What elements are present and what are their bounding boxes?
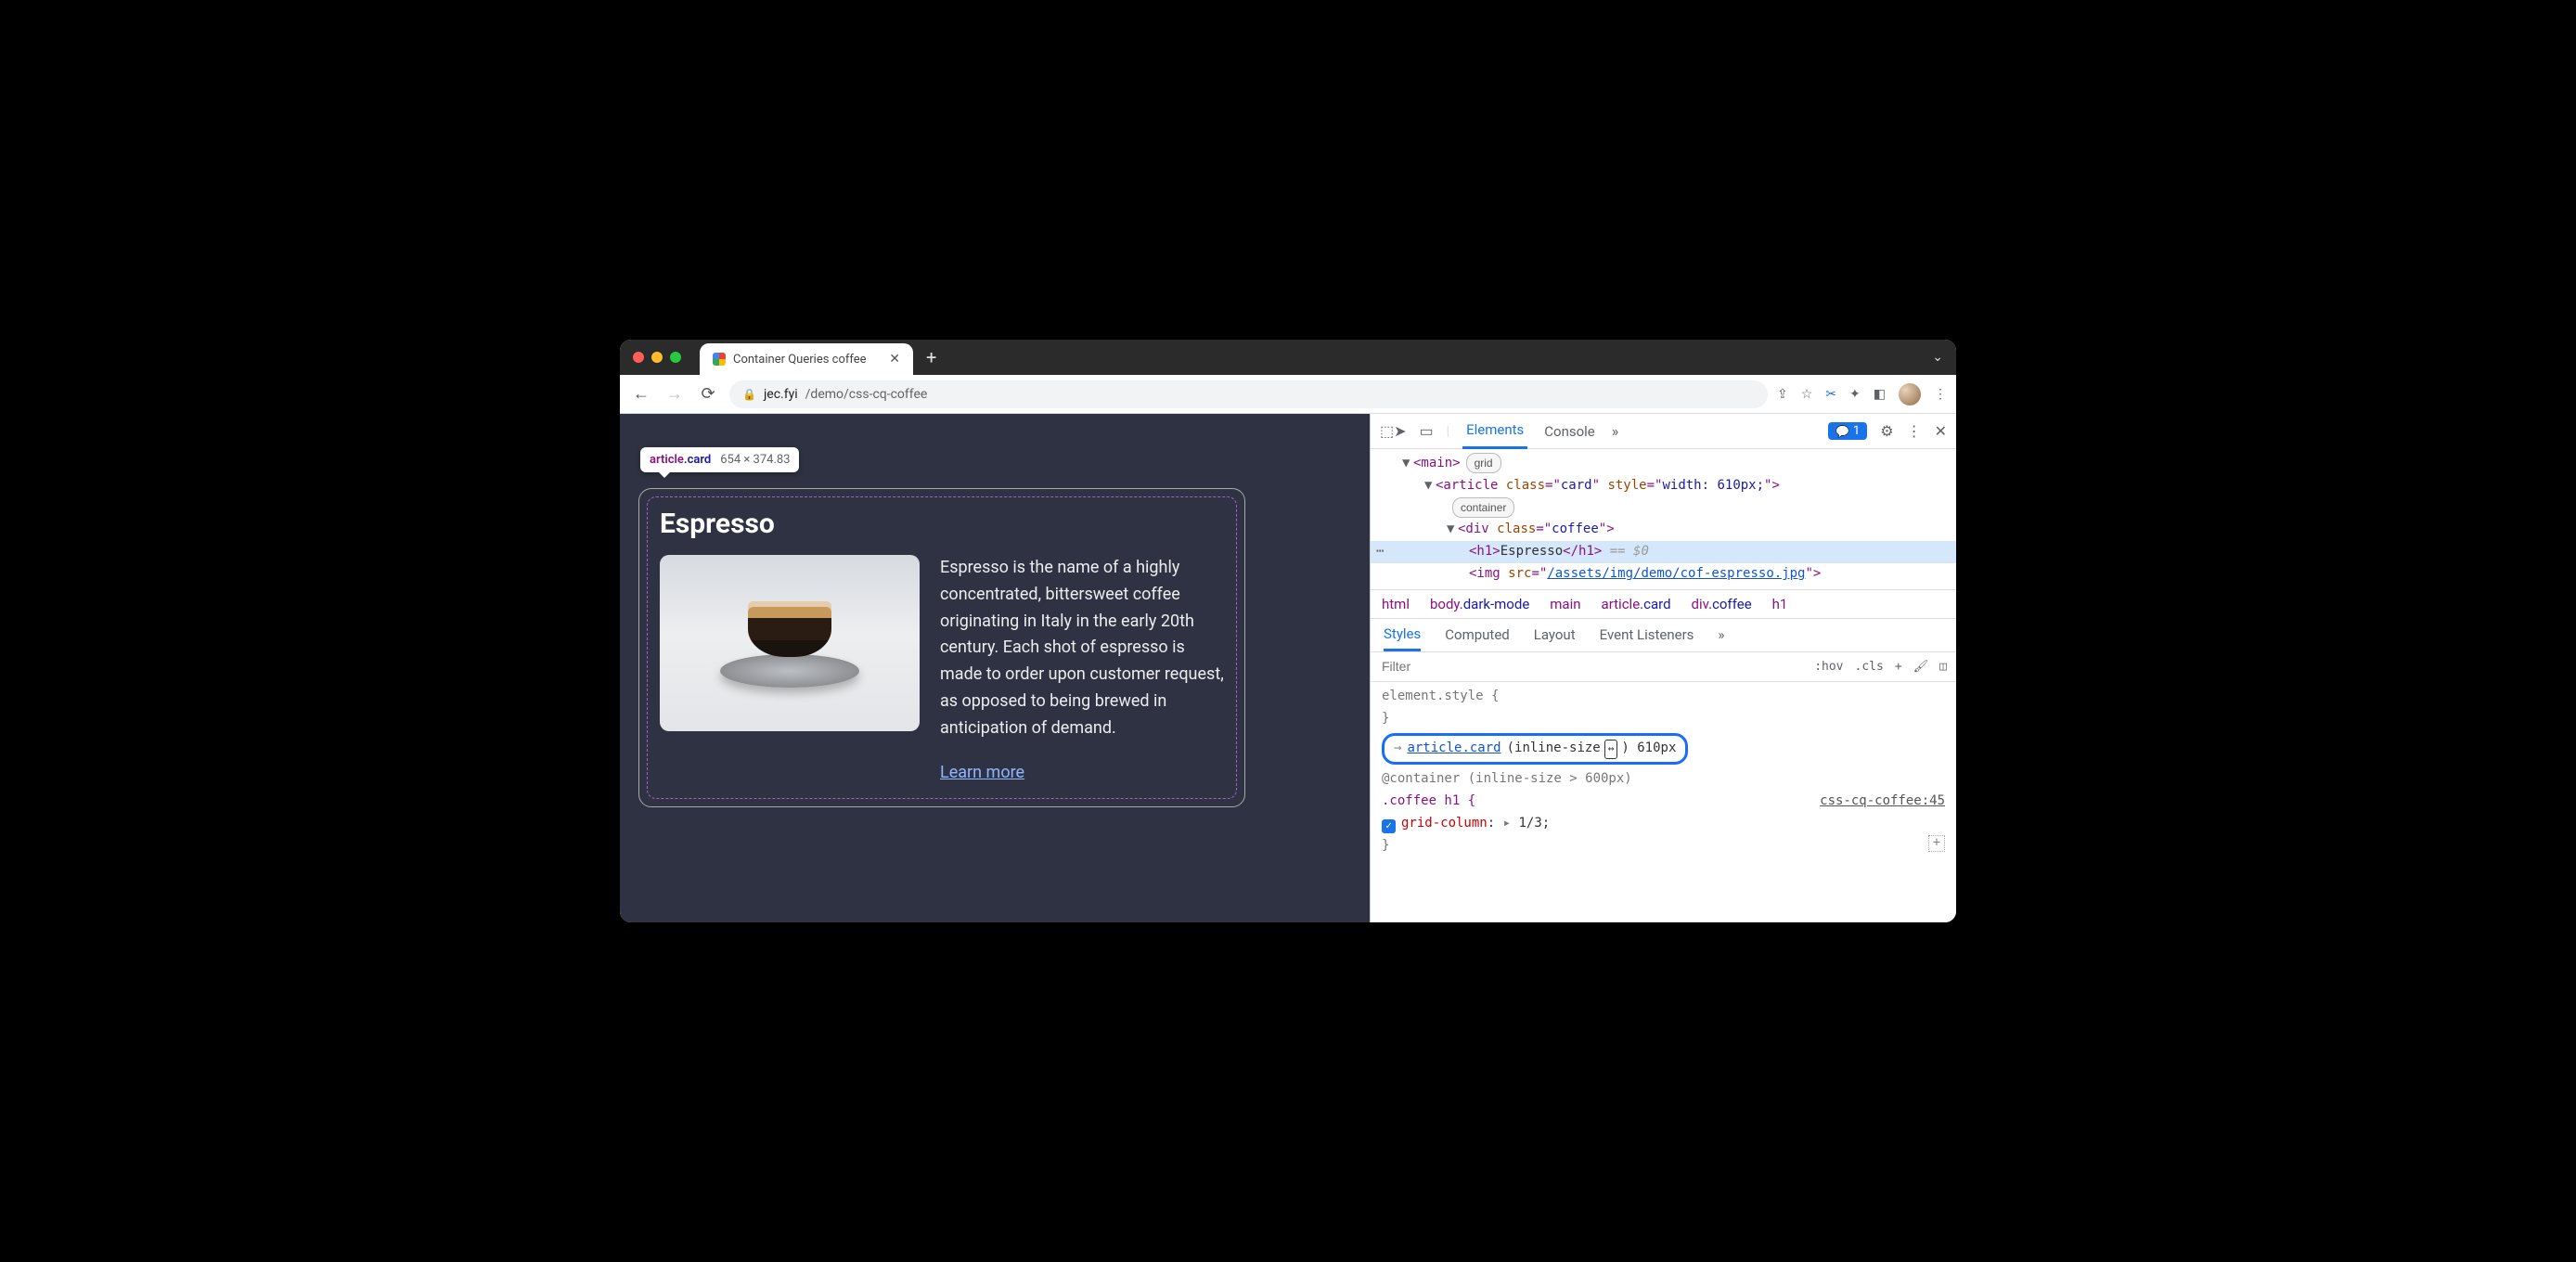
dom-node-div[interactable]: ▼<div class="coffee"> xyxy=(1371,519,1956,541)
gear-icon[interactable]: ⚙ xyxy=(1880,422,1893,440)
container-query-info[interactable]: → article.card (inline-size ↔ ) 610px xyxy=(1382,733,1688,765)
devtools-panel: ⬚➤ ▭ | Elements Console » 1 ⚙ ⋮ ✕ ▼<main… xyxy=(1370,414,1956,922)
maximize-window-button[interactable] xyxy=(670,352,681,363)
dom-node-img[interactable]: <img src="/assets/img/demo/cof-espresso.… xyxy=(1371,563,1956,586)
rule-close: + } xyxy=(1382,835,1945,857)
close-devtools-icon[interactable]: ✕ xyxy=(1935,422,1947,440)
extensions-icon[interactable]: ✦ xyxy=(1849,387,1861,402)
container-selector-link[interactable]: article.card xyxy=(1407,738,1501,760)
menu-icon[interactable]: ⋮ xyxy=(1934,387,1947,402)
address-bar[interactable]: 🔒 jec.fyi/demo/css-cq-coffee xyxy=(729,380,1768,408)
card-title: Espresso xyxy=(660,508,1224,540)
issues-badge[interactable]: 1 xyxy=(1828,422,1867,440)
forward-button[interactable]: → xyxy=(663,384,687,404)
reload-button[interactable]: ⟳ xyxy=(696,384,720,404)
article-card: Espresso Espresso is the name of a highl… xyxy=(638,488,1245,807)
dom-node-main[interactable]: ▼<main>grid xyxy=(1371,453,1956,475)
crumb-body[interactable]: body.dark-mode xyxy=(1430,596,1529,612)
new-tab-button[interactable]: + xyxy=(913,346,949,368)
styles-rules[interactable]: element.style { } → article.card (inline… xyxy=(1371,682,1956,867)
dom-node-h1-selected[interactable]: <h1>Espresso</h1> == $0 xyxy=(1371,541,1956,563)
url-path: /demo/css-cq-coffee xyxy=(805,387,928,402)
hov-toggle[interactable]: :hov xyxy=(1814,660,1843,674)
dom-breadcrumb[interactable]: html body.dark-mode main article.card di… xyxy=(1371,589,1956,619)
tooltip-dimensions: 654 × 374.83 xyxy=(720,453,790,467)
scissors-icon[interactable]: ✂ xyxy=(1825,387,1836,402)
card-body: Espresso is the name of a highly concent… xyxy=(660,555,1224,782)
device-toggle-icon[interactable]: ▭ xyxy=(1420,422,1434,440)
toolbar: ← → ⟳ 🔒 jec.fyi/demo/css-cq-coffee ⇪ ☆ ✂… xyxy=(620,375,1956,414)
bookmark-icon[interactable]: ☆ xyxy=(1801,387,1813,402)
declaration-grid-column[interactable]: ✓grid-column: ▸ 1/3; xyxy=(1382,813,1945,835)
grid-badge[interactable]: grid xyxy=(1466,453,1501,473)
learn-more-link[interactable]: Learn more xyxy=(940,763,1024,782)
paint-icon[interactable]: 🖌 xyxy=(1913,660,1929,674)
computed-toggle-icon[interactable]: ◫ xyxy=(1939,660,1947,674)
add-declaration-button[interactable]: + xyxy=(1928,835,1945,852)
at-container-rule: @container (inline-size > 600px) xyxy=(1382,768,1945,791)
subtab-more-icon[interactable]: » xyxy=(1718,626,1724,643)
kebab-icon[interactable]: ⋮ xyxy=(1907,422,1922,440)
element-style-close: } xyxy=(1382,708,1945,730)
rule-coffee-h1: css-cq-coffee:45 .coffee h1 { xyxy=(1382,791,1945,813)
styles-tabbar: Styles Computed Layout Event Listeners » xyxy=(1371,619,1956,652)
back-button[interactable]: ← xyxy=(629,384,653,404)
container-badge[interactable]: container xyxy=(1452,497,1514,518)
tabs-more-icon[interactable]: » xyxy=(1612,422,1619,440)
tab-console[interactable]: Console xyxy=(1540,414,1599,449)
tab-strip: Container Queries coffee ✕ + ⌄ xyxy=(620,340,1956,375)
devtools-toolbar: ⬚➤ ▭ | Elements Console » 1 ⚙ ⋮ ✕ xyxy=(1371,414,1956,449)
browser-tab[interactable]: Container Queries coffee ✕ xyxy=(700,343,913,375)
sidepanel-icon[interactable]: ◧ xyxy=(1874,387,1886,402)
tooltip-class: .card xyxy=(684,453,711,467)
share-icon[interactable]: ⇪ xyxy=(1777,387,1788,402)
resize-icon[interactable]: ↔ xyxy=(1604,740,1618,759)
container-badge-row: container xyxy=(1371,497,1956,520)
styles-filter-row: :hov .cls + 🖌 ◫ xyxy=(1371,652,1956,682)
card-text-block: Espresso is the name of a highly concent… xyxy=(940,555,1224,782)
toolbar-actions: ⇪ ☆ ✂ ✦ ◧ ⋮ xyxy=(1777,383,1947,406)
styles-filter-input[interactable] xyxy=(1371,652,1805,681)
source-link[interactable]: css-cq-coffee:45 xyxy=(1820,791,1945,813)
cls-toggle[interactable]: .cls xyxy=(1855,660,1884,674)
property-checkbox[interactable]: ✓ xyxy=(1382,819,1396,833)
profile-avatar[interactable] xyxy=(1899,383,1921,406)
page-viewport: article.card 654 × 374.83 Espresso Espre… xyxy=(620,414,1370,922)
minimize-window-button[interactable] xyxy=(651,352,663,363)
element-style-open: element.style { xyxy=(1382,686,1945,708)
crumb-html[interactable]: html xyxy=(1382,596,1410,612)
close-window-button[interactable] xyxy=(633,352,644,363)
inspect-tooltip: article.card 654 × 374.83 xyxy=(640,447,799,472)
tab-title: Container Queries coffee xyxy=(733,353,882,367)
inspect-icon[interactable]: ⬚➤ xyxy=(1380,422,1407,440)
tab-elements[interactable]: Elements xyxy=(1462,414,1527,449)
content-area: article.card 654 × 374.83 Espresso Espre… xyxy=(620,414,1956,922)
subtab-computed[interactable]: Computed xyxy=(1445,626,1510,643)
coffee-image xyxy=(660,555,920,731)
subtab-layout[interactable]: Layout xyxy=(1534,626,1576,643)
close-tab-icon[interactable]: ✕ xyxy=(889,352,900,367)
subtab-event-listeners[interactable]: Event Listeners xyxy=(1600,626,1694,643)
crumb-div[interactable]: div.coffee xyxy=(1692,596,1752,612)
card-description: Espresso is the name of a highly concent… xyxy=(940,555,1224,742)
tooltip-tag: article xyxy=(650,453,684,467)
lock-icon: 🔒 xyxy=(742,388,756,401)
favicon xyxy=(713,353,726,366)
dom-node-article[interactable]: ▼<article class="card" style="width: 610… xyxy=(1371,475,1956,497)
subtab-styles[interactable]: Styles xyxy=(1384,618,1421,651)
new-rule-button[interactable]: + xyxy=(1895,660,1902,674)
crumb-article[interactable]: article.card xyxy=(1602,596,1671,612)
crumb-main[interactable]: main xyxy=(1550,596,1580,612)
dom-tree[interactable]: ▼<main>grid ▼<article class="card" style… xyxy=(1371,449,1956,589)
url-host: jec.fyi xyxy=(764,387,798,402)
browser-window: Container Queries coffee ✕ + ⌄ ← → ⟳ 🔒 j… xyxy=(620,340,1956,922)
tabs-overflow-icon[interactable]: ⌄ xyxy=(1932,350,1943,365)
crumb-h1[interactable]: h1 xyxy=(1772,596,1788,612)
window-controls xyxy=(633,352,681,363)
